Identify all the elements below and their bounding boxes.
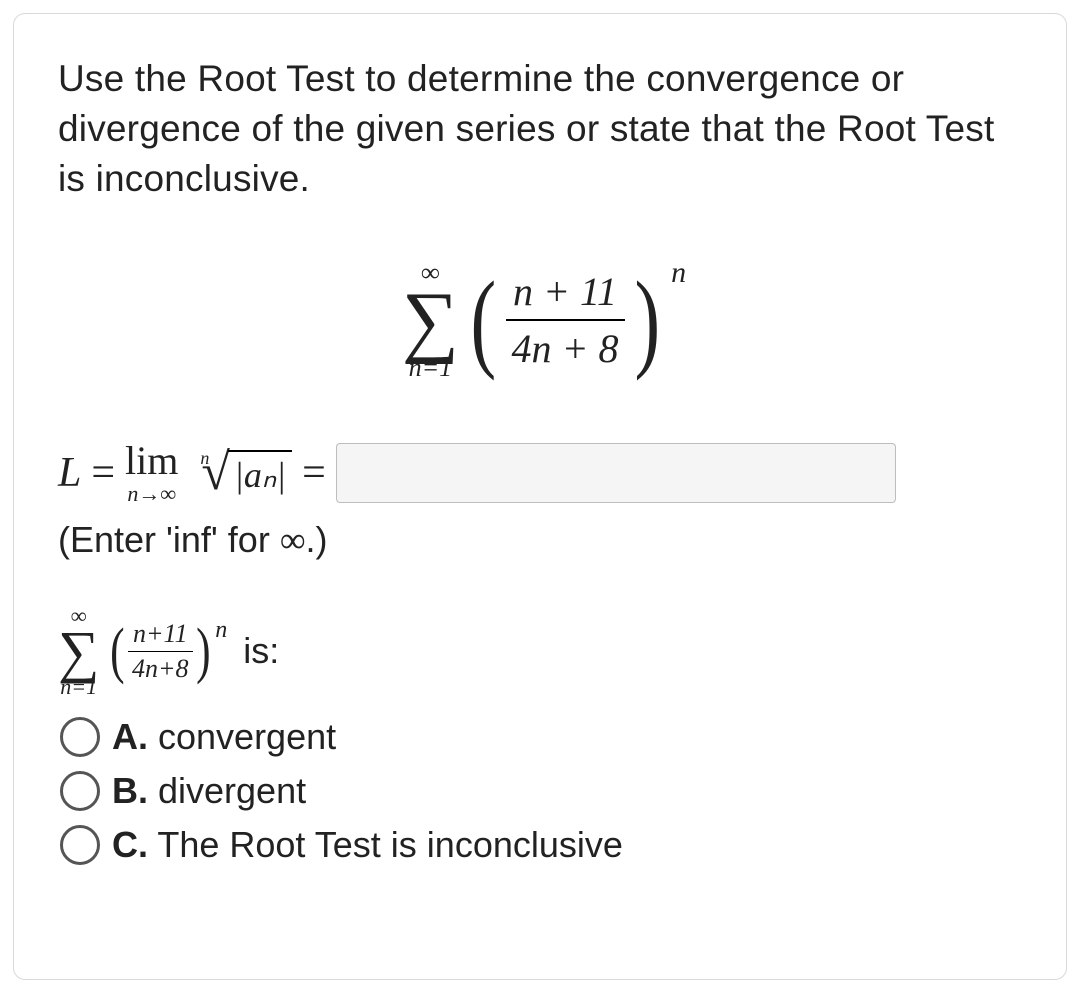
- fraction-denominator: 4n + 8: [506, 321, 625, 372]
- sum-lower-small: n=1: [60, 676, 97, 698]
- sigma-operator-small: ∞ ∑ n=1: [58, 605, 99, 698]
- infinity-icon: ∞: [280, 520, 306, 560]
- frac-den-small: 4n+8: [128, 652, 193, 684]
- option-a-text: convergent: [148, 716, 336, 757]
- series-restate: ∞ ∑ n=1 ( n+11 4n+8 ) n is:: [58, 605, 1030, 698]
- radio-a[interactable]: [60, 717, 100, 757]
- root-index: n: [200, 448, 209, 469]
- equals-2: =: [302, 449, 326, 497]
- limit-row: L = lim n→∞ n √ |aₙ| =: [58, 441, 1030, 505]
- right-paren-small-icon: ): [196, 630, 210, 673]
- radio-c[interactable]: [60, 825, 100, 865]
- series-term: ( n + 11 4n + 8 ): [465, 268, 665, 372]
- question-prompt: Use the Root Test to determine the conve…: [58, 54, 1030, 204]
- nth-root: n √ |aₙ|: [192, 450, 292, 496]
- series-exponent: n: [671, 256, 686, 290]
- option-a: A. convergent: [60, 716, 1030, 758]
- lim-text: lim: [125, 441, 178, 481]
- answer-options: A. convergent B. divergent C. The Root T…: [60, 716, 1030, 866]
- option-b-letter: B.: [112, 770, 148, 811]
- option-c-letter: C.: [112, 824, 148, 865]
- equals-1: =: [91, 449, 115, 497]
- hint-suffix: .): [306, 519, 328, 560]
- left-paren-small-icon: (: [110, 630, 124, 673]
- series-display: ∞ ∑ n=1 ( n + 11 4n + 8 ) n: [58, 244, 1030, 381]
- exponent-small: n: [215, 617, 227, 644]
- radicand: |aₙ|: [228, 450, 292, 496]
- option-b-text: divergent: [148, 770, 306, 811]
- option-b-label: B. divergent: [112, 770, 306, 812]
- left-paren-icon: (: [470, 279, 496, 362]
- lim-subscript: n→∞: [127, 483, 176, 505]
- limit-expression: L = lim n→∞ n √ |aₙ| =: [58, 441, 326, 505]
- option-b: B. divergent: [60, 770, 1030, 812]
- radio-b[interactable]: [60, 771, 100, 811]
- right-paren-icon: ): [634, 279, 660, 362]
- option-a-letter: A.: [112, 716, 148, 757]
- sum-lower: n=1: [409, 355, 453, 381]
- sigma-icon-small: ∑: [58, 626, 99, 678]
- option-c-label: C. The Root Test is inconclusive: [112, 824, 623, 866]
- L-symbol: L: [58, 449, 81, 497]
- hint-prefix: (Enter 'inf' for: [58, 519, 280, 560]
- option-c-text: The Root Test is inconclusive: [148, 824, 623, 865]
- question-card: Use the Root Test to determine the conve…: [13, 13, 1067, 980]
- fraction-numerator: n + 11: [507, 268, 623, 319]
- input-hint: (Enter 'inf' for ∞.): [58, 519, 1030, 561]
- option-c: C. The Root Test is inconclusive: [60, 824, 1030, 866]
- option-a-label: A. convergent: [112, 716, 336, 758]
- is-label: is:: [243, 630, 279, 672]
- sigma-operator: ∞ ∑ n=1: [402, 260, 459, 381]
- sigma-icon: ∑: [402, 285, 459, 357]
- frac-num-small: n+11: [129, 619, 192, 651]
- limit-answer-input[interactable]: [336, 443, 896, 503]
